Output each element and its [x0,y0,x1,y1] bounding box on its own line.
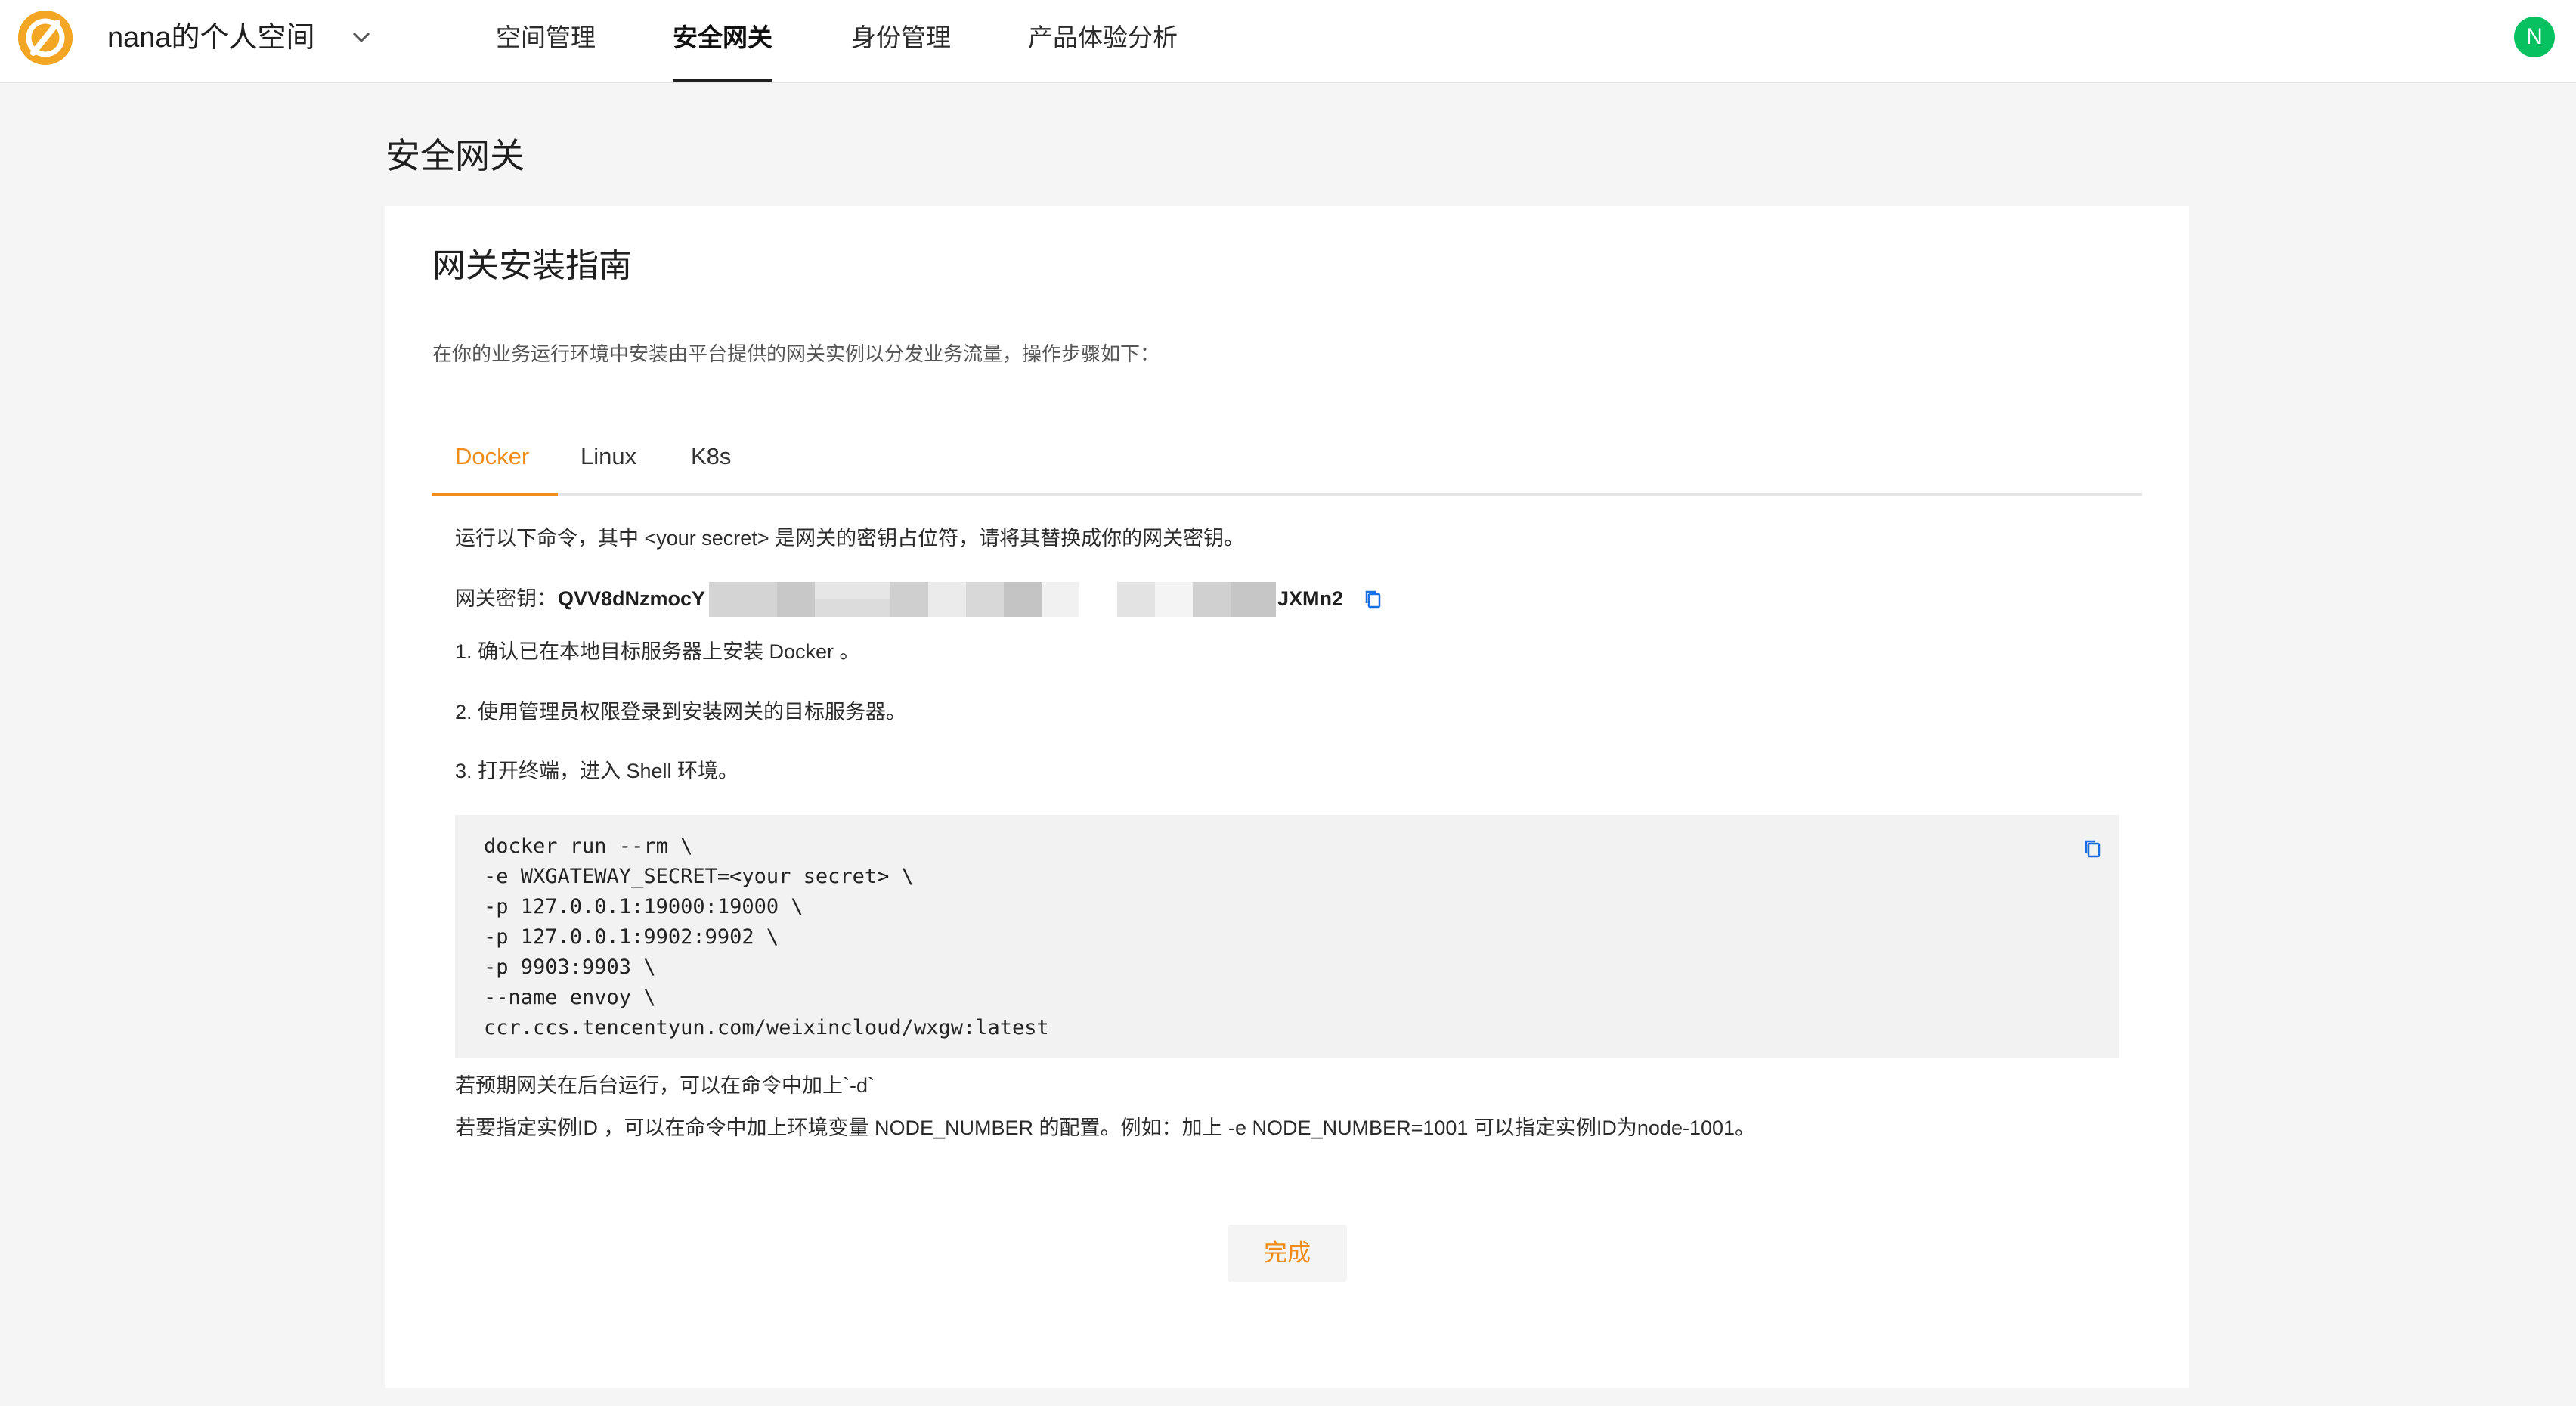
secret-value-prefix: QVV8dNzmocY [558,587,706,610]
install-tabs: Docker Linux K8s [432,417,2142,496]
code-line: -p 127.0.0.1:19000:19000 \ [484,895,803,918]
secret-redaction-mosaic [709,582,1276,617]
code-line: -p 127.0.0.1:9902:9902 \ [484,925,779,949]
note-node-number: 若要指定实例ID ，可以在命令中加上环境变量 NODE_NUMBER 的配置。例… [455,1116,1756,1139]
app-logo-icon[interactable] [18,11,73,65]
install-guide-card: 网关安装指南 在你的业务运行环境中安装由平台提供的网关实例以分发业务流量，操作步… [385,206,2189,1388]
card-title: 网关安装指南 [432,247,632,284]
gateway-secret-row: 网关密钥： [455,582,557,615]
space-name[interactable]: nana的个人空间 [107,18,315,57]
step-2: 2. 使用管理员权限登录到安装网关的目标服务器。 [455,701,907,723]
step-3: 3. 打开终端，进入 Shell 环境。 [455,760,739,782]
step-1: 1. 确认已在本地目标服务器上安装 Docker 。 [455,640,860,663]
code-line: ccr.ccs.tencentyun.com/weixincloud/wxgw:… [484,1016,1049,1039]
page-title: 安全网关 [385,136,525,175]
tab-linux[interactable]: Linux [581,440,636,473]
code-line: -p 9903:9903 \ [484,955,656,979]
nav-space-management[interactable]: 空间管理 [496,21,596,54]
code-line: --name envoy \ [484,986,656,1009]
code-line: -e WXGATEWAY_SECRET=<your secret> \ [484,865,914,888]
secret-value-suffix: JXMn2 [1277,587,1344,610]
chevron-down-icon[interactable] [349,29,373,47]
avatar[interactable]: N [2514,17,2555,57]
done-button[interactable]: 完成 [1228,1225,1347,1282]
tab-k8s[interactable]: K8s [691,440,731,473]
copy-secret-icon[interactable] [1362,588,1385,611]
nav-identity-management[interactable]: 身份管理 [851,21,951,54]
nav-active-underline [673,79,772,82]
command-intro: 运行以下命令，其中 <your secret> 是网关的密钥占位符，请将其替换成… [455,527,1245,550]
code-line: docker run --rm \ [484,835,693,858]
copy-command-icon[interactable] [2082,838,2104,860]
top-bar: nana的个人空间 空间管理 安全网关 身份管理 产品体验分析 N [0,0,2576,83]
card-description: 在你的业务运行环境中安装由平台提供的网关实例以分发业务流量，操作步骤如下： [432,342,1160,365]
nav-security-gateway[interactable]: 安全网关 [673,21,772,54]
tab-docker[interactable]: Docker [455,440,529,473]
tab-active-indicator [432,493,558,496]
docker-command-block[interactable]: docker run --rm \ -e WXGATEWAY_SECRET=<y… [455,815,2119,1058]
secret-label: 网关密钥： [455,587,557,610]
note-background: 若预期网关在后台运行，可以在命令中加上`-d` [455,1074,875,1097]
nav-product-analytics[interactable]: 产品体验分析 [1028,21,1178,54]
